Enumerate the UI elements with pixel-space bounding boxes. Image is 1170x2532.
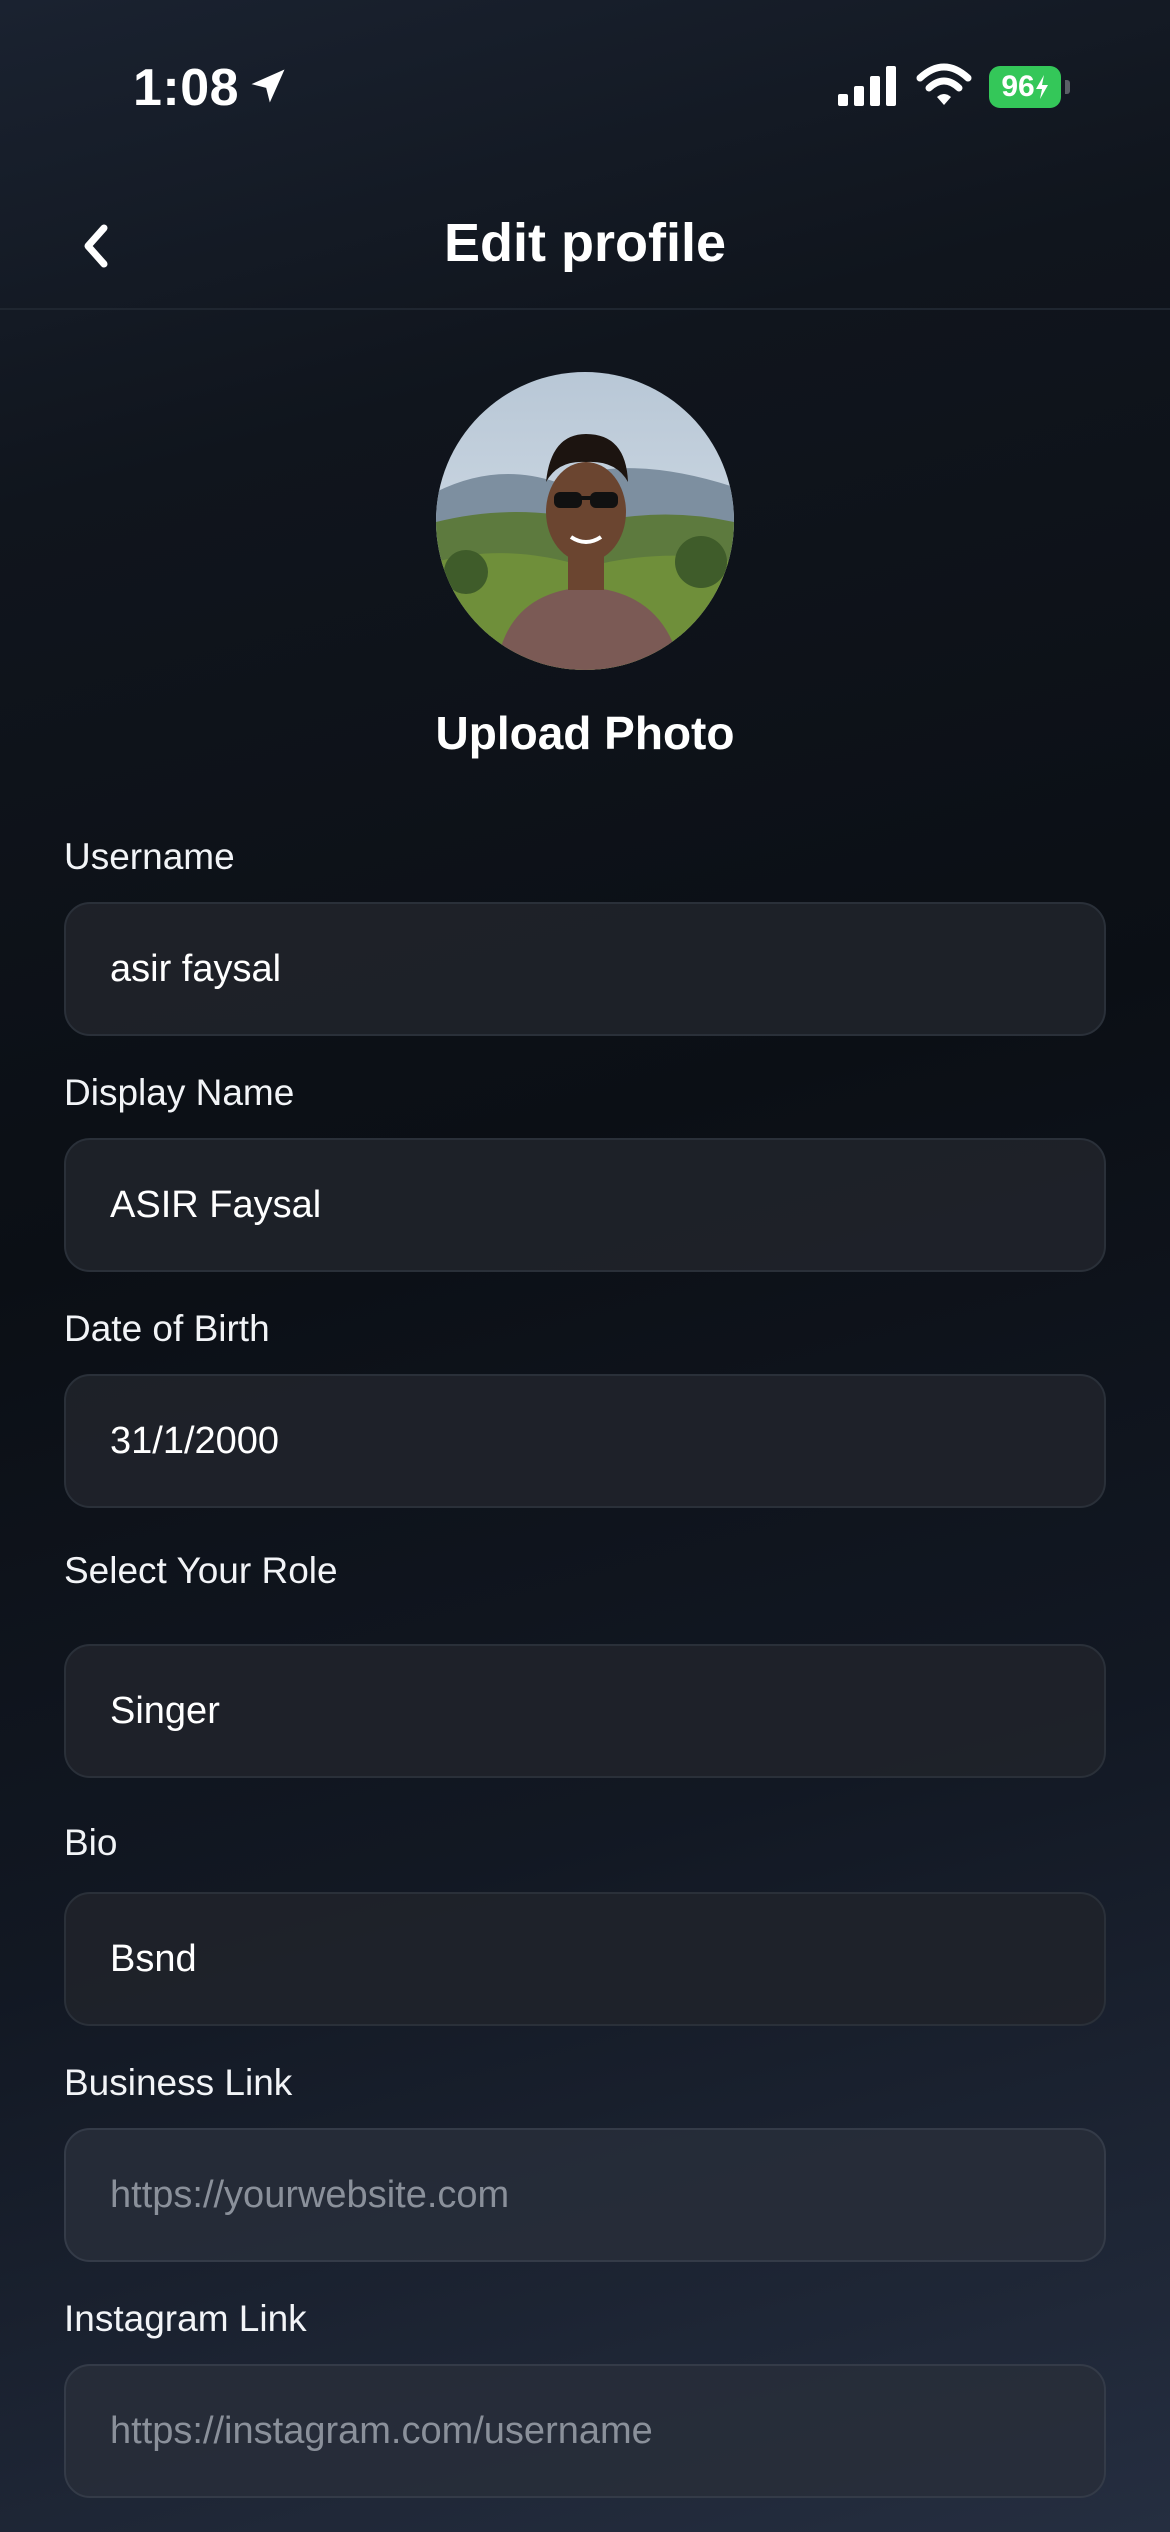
status-time: 1:08	[133, 59, 240, 117]
battery-percent: 96	[1001, 70, 1035, 103]
date-of-birth-field[interactable]: 31/1/2000	[64, 1374, 1106, 1508]
battery-cap	[1065, 80, 1070, 94]
username-field[interactable]: asir faysal	[64, 902, 1106, 1036]
location-arrow-icon	[251, 69, 285, 103]
avatar-photo	[436, 372, 734, 670]
display-name-field[interactable]: ASIR Faysal	[64, 1138, 1106, 1272]
battery-level: 96	[989, 66, 1061, 108]
instagram-link-field[interactable]: https://instagram.com/username	[64, 2364, 1106, 2498]
business-link-label: Business Link	[64, 2062, 293, 2103]
nav-header: Edit profile	[0, 170, 1170, 310]
role-select[interactable]: Singer	[64, 1644, 1106, 1778]
profile-avatar[interactable]	[436, 372, 734, 670]
wifi-icon	[916, 63, 972, 105]
bio-field[interactable]: Bsnd	[64, 1892, 1106, 2026]
battery-indicator: 96	[989, 66, 1070, 108]
bio-label: Bio	[64, 1822, 118, 1863]
role-label: Select Your Role	[64, 1550, 338, 1591]
charging-bolt-icon	[1035, 75, 1048, 99]
instagram-link-label: Instagram Link	[64, 2298, 307, 2339]
upload-photo-button[interactable]: Upload Photo	[0, 706, 1170, 760]
date-of-birth-label: Date of Birth	[64, 1308, 270, 1349]
page-title: Edit profile	[444, 213, 726, 273]
display-name-label: Display Name	[64, 1072, 295, 1113]
business-link-field[interactable]: https://yourwebsite.com	[64, 2128, 1106, 2262]
cellular-signal-icon	[838, 66, 896, 106]
username-label: Username	[64, 836, 235, 877]
status-bar: 1:08 96	[0, 0, 1170, 150]
